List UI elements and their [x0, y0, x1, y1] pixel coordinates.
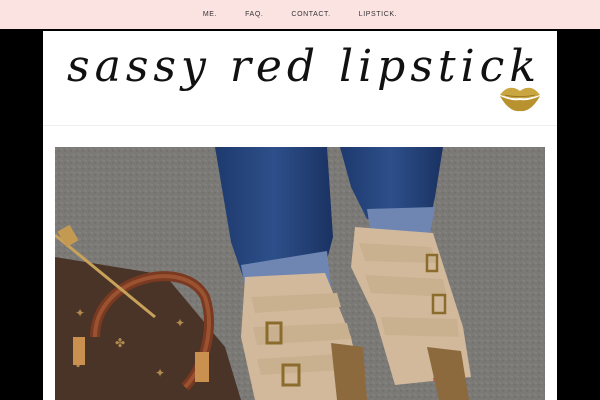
site-header: sassy red lipstick [43, 31, 557, 125]
page-container: sassy red lipstick ✦ ✤ ✦ ✦ [43, 31, 557, 400]
hero-image[interactable]: ✦ ✤ ✦ ✤ ✦ [55, 147, 545, 400]
nav-link-contact[interactable]: CONTACT. [277, 11, 344, 18]
svg-text:✦: ✦ [75, 306, 85, 320]
site-logo[interactable]: sassy red lipstick [67, 41, 541, 92]
gold-lips-icon [500, 87, 540, 112]
nav-link-faq[interactable]: FAQ. [231, 11, 277, 18]
top-navigation: ME. FAQ. CONTACT. LIPSTICK. [0, 0, 600, 29]
svg-text:✤: ✤ [115, 336, 125, 350]
svg-text:✦: ✦ [155, 366, 165, 380]
svg-text:✦: ✦ [175, 316, 185, 330]
header-divider [43, 125, 557, 126]
nav-link-lipstick[interactable]: LIPSTICK. [345, 11, 411, 18]
hero-photo: ✦ ✤ ✦ ✤ ✦ [55, 147, 545, 400]
nav-link-me[interactable]: ME. [189, 11, 231, 18]
